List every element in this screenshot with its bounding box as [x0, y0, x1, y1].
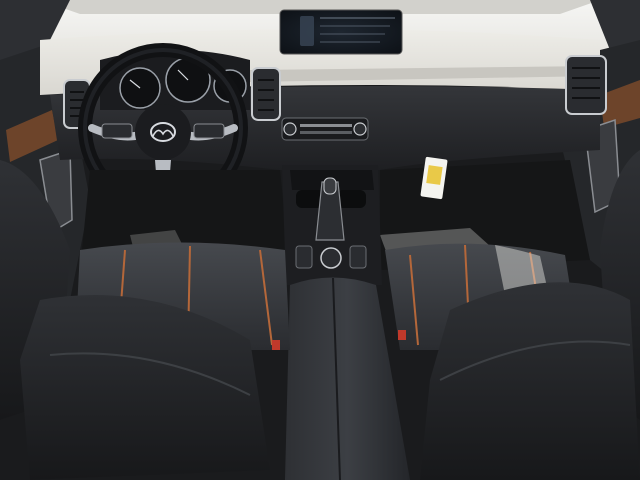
left-wheel-buttons[interactable] — [101, 123, 133, 139]
right-temp-knob[interactable] — [353, 122, 367, 136]
passenger-seat-red-tag — [398, 330, 406, 340]
commander-knob[interactable] — [320, 247, 342, 269]
driver-seat-red-tag — [272, 340, 280, 350]
infotainment-display[interactable] — [279, 9, 403, 55]
climate-control-panel[interactable] — [281, 117, 369, 141]
car-interior-photo — [0, 0, 640, 480]
right-wheel-buttons[interactable] — [193, 123, 225, 139]
center-left-air-vent[interactable] — [251, 67, 281, 121]
steering-hub — [135, 104, 191, 160]
console-buttons-right[interactable] — [349, 245, 367, 269]
center-armrest[interactable] — [285, 277, 410, 480]
right-air-vent[interactable] — [565, 55, 607, 115]
left-temp-knob[interactable] — [283, 122, 297, 136]
center-console — [282, 165, 382, 285]
console-buttons-left[interactable] — [295, 245, 313, 269]
